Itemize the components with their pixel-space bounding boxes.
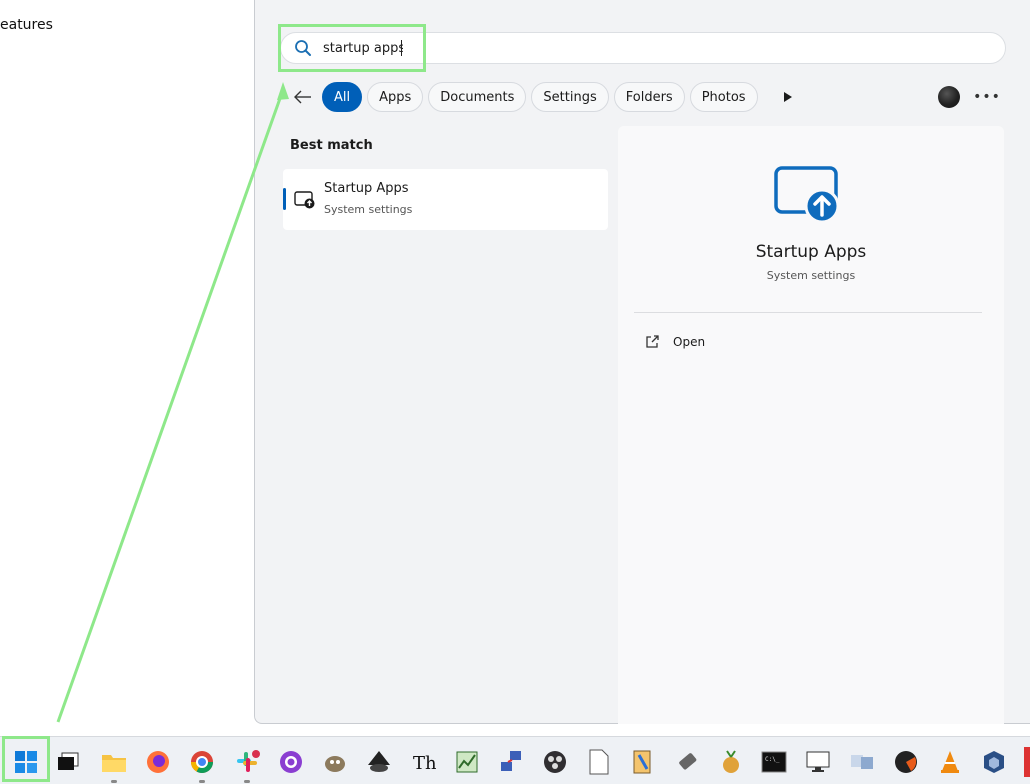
inkscape-icon[interactable] bbox=[362, 745, 396, 779]
startup-apps-large-icon bbox=[774, 166, 840, 224]
text-caret bbox=[401, 40, 402, 56]
more-options-button[interactable]: ••• bbox=[973, 86, 1001, 108]
detail-title: Startup Apps bbox=[755, 242, 867, 262]
detail-divider bbox=[634, 312, 982, 313]
gimp-icon[interactable] bbox=[318, 745, 352, 779]
obs-icon[interactable] bbox=[538, 745, 572, 779]
virtualbox-icon[interactable] bbox=[977, 745, 1011, 779]
windows-start-icon[interactable] bbox=[9, 745, 43, 779]
notepad-icon[interactable] bbox=[582, 745, 616, 779]
terminal-icon[interactable]: C:\_ bbox=[757, 745, 791, 779]
open-action[interactable]: Open bbox=[645, 332, 705, 352]
filter-bar: All Apps Documents Settings Folders Phot… bbox=[290, 82, 803, 112]
search-icon bbox=[293, 38, 313, 58]
firefox-icon[interactable] bbox=[141, 745, 175, 779]
filter-settings[interactable]: Settings bbox=[531, 82, 609, 112]
ellipsis-icon: ••• bbox=[973, 89, 1001, 105]
usb-icon[interactable] bbox=[670, 745, 704, 779]
vlc-icon[interactable] bbox=[933, 745, 967, 779]
search-bar[interactable] bbox=[280, 32, 1006, 64]
best-match-heading: Best match bbox=[290, 138, 373, 153]
search-input[interactable] bbox=[323, 38, 403, 58]
chrome-icon[interactable] bbox=[185, 745, 219, 783]
media-app-icon[interactable] bbox=[889, 745, 923, 779]
svg-text:C:\_: C:\_ bbox=[765, 756, 780, 763]
startup-apps-icon bbox=[294, 191, 315, 209]
detail-pane: Startup Apps System settings Open bbox=[618, 126, 1004, 724]
filter-folders[interactable]: Folders bbox=[613, 82, 685, 112]
editor-icon[interactable] bbox=[626, 745, 660, 779]
background-window-text: eatures bbox=[0, 17, 53, 33]
svg-text:Th: Th bbox=[413, 753, 436, 774]
partial-taskbar-icon bbox=[1024, 747, 1030, 777]
filter-documents[interactable]: Documents bbox=[428, 82, 527, 112]
network-tool-icon[interactable] bbox=[494, 745, 528, 779]
task-manager-icon[interactable] bbox=[450, 745, 484, 779]
avatar[interactable] bbox=[938, 86, 960, 108]
play-icon bbox=[783, 92, 792, 102]
remote-desktop-icon[interactable] bbox=[801, 745, 835, 779]
file-explorer-icon[interactable] bbox=[97, 745, 131, 783]
selection-indicator bbox=[283, 188, 286, 210]
result-subtitle: System settings bbox=[324, 203, 413, 216]
translator-icon[interactable] bbox=[845, 745, 879, 779]
slack-icon[interactable] bbox=[230, 745, 264, 783]
filter-all[interactable]: All bbox=[322, 82, 363, 112]
fruit-app-icon[interactable] bbox=[714, 745, 748, 779]
github-desktop-icon[interactable] bbox=[274, 745, 308, 779]
task-view-icon[interactable] bbox=[51, 745, 85, 779]
typora-icon[interactable]: Th bbox=[406, 745, 440, 779]
more-filters-button[interactable] bbox=[773, 82, 803, 112]
filter-apps[interactable]: Apps bbox=[367, 82, 424, 112]
best-match-result[interactable]: Startup Apps System settings bbox=[283, 169, 608, 230]
open-external-icon bbox=[646, 335, 659, 348]
filter-photos[interactable]: Photos bbox=[689, 82, 758, 112]
result-title: Startup Apps bbox=[324, 181, 409, 196]
detail-subtitle: System settings bbox=[766, 269, 856, 282]
back-button[interactable] bbox=[290, 82, 316, 112]
taskbar: Th C:\_ bbox=[0, 736, 1030, 784]
back-arrow-icon bbox=[294, 90, 311, 104]
open-label: Open bbox=[673, 335, 706, 349]
